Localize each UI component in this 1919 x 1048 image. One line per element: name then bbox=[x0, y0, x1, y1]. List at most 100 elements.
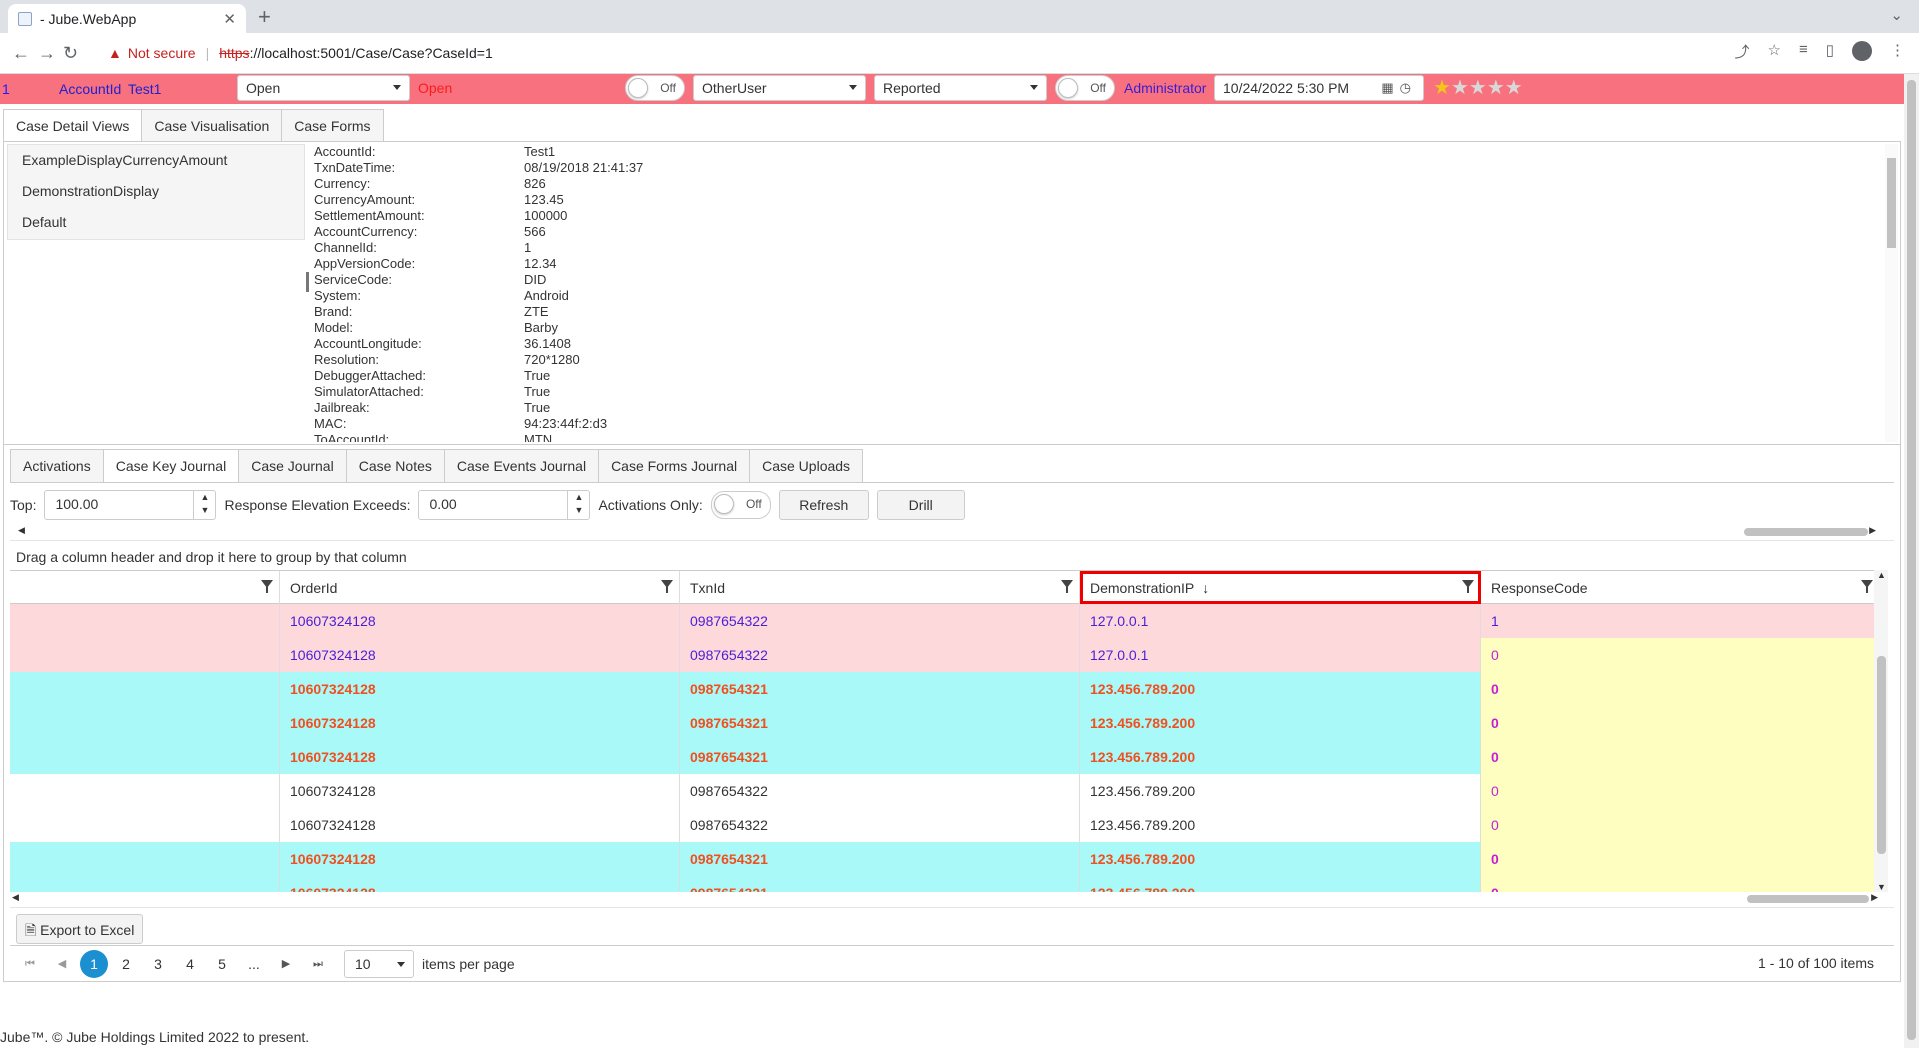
scroll-right-icon[interactable]: ▶ bbox=[1869, 525, 1876, 536]
group-by-drop-area[interactable]: Drag a column header and drop it here to… bbox=[10, 540, 1894, 570]
spin-down-icon[interactable]: ▼ bbox=[575, 505, 584, 515]
items-per-page-select[interactable]: 10 bbox=[344, 949, 414, 978]
new-tab-icon[interactable]: + bbox=[258, 6, 271, 28]
url-field[interactable]: ▲ Not secure | https://localhost:5001/Ca… bbox=[108, 38, 493, 68]
top-input[interactable]: 100.00 ▲ ▼ bbox=[44, 489, 217, 520]
tab-case-visualisation[interactable]: Case Visualisation bbox=[141, 109, 283, 142]
last-page-icon[interactable]: ⏭ bbox=[304, 950, 332, 978]
column-header-blank[interactable] bbox=[10, 571, 280, 604]
details-scrollbar[interactable] bbox=[1885, 144, 1898, 442]
column-header-responsecode[interactable]: ResponseCode bbox=[1481, 571, 1880, 604]
star-icon[interactable]: ★ bbox=[1469, 77, 1487, 99]
panel-splitter-handle[interactable] bbox=[306, 272, 309, 292]
filter-icon[interactable] bbox=[661, 580, 673, 593]
scroll-up-icon[interactable]: ▲ bbox=[1877, 570, 1886, 580]
page-1[interactable]: 1 bbox=[80, 949, 108, 978]
table-row[interactable]: 10607324128 0987654322 123.456.789.200 0 bbox=[10, 774, 1880, 808]
calendar-icon[interactable]: ▦ bbox=[1381, 80, 1399, 95]
refresh-button[interactable]: Refresh bbox=[778, 489, 869, 520]
scroll-left-icon[interactable]: ◀ bbox=[18, 525, 25, 536]
rating-stars[interactable]: ★★★★★ bbox=[1433, 78, 1523, 98]
table-row[interactable]: 106073241280987654321123.456.789.2000 bbox=[10, 740, 1880, 774]
tab-case-forms-journal[interactable]: Case Forms Journal bbox=[598, 449, 751, 482]
scroll-left-icon[interactable]: ◀ bbox=[12, 892, 19, 903]
column-header-txnid[interactable]: TxnId bbox=[680, 571, 1080, 604]
star-icon[interactable]: ★ bbox=[1433, 77, 1451, 99]
details-scrollbar-thumb[interactable] bbox=[1887, 158, 1896, 248]
menu-icon[interactable]: ⋮ bbox=[1890, 41, 1905, 62]
diary-toggle[interactable]: Off bbox=[1055, 75, 1115, 101]
scroll-right-icon[interactable]: ▶ bbox=[1871, 892, 1878, 903]
lock-toggle[interactable]: Off bbox=[625, 75, 685, 101]
filter-icon[interactable] bbox=[1462, 580, 1474, 593]
side-panel-icon[interactable]: ▯ bbox=[1826, 41, 1834, 62]
bookmark-star-icon[interactable]: ☆ bbox=[1768, 41, 1781, 62]
tab-search-chevron-icon[interactable]: ⌄ bbox=[1890, 6, 1903, 24]
scroll-down-icon[interactable]: ▼ bbox=[1877, 882, 1886, 892]
page-3[interactable]: 3 bbox=[144, 950, 172, 978]
page-more[interactable]: ... bbox=[240, 950, 268, 978]
controls-hscrollbar[interactable]: ◀ ▶ bbox=[12, 525, 1882, 539]
table-row[interactable]: 10607324128 0987654322 127.0.0.1 1 bbox=[10, 604, 1880, 638]
workflow-status-select[interactable]: Reported bbox=[874, 75, 1047, 101]
forward-icon[interactable]: → bbox=[38, 41, 56, 65]
back-icon[interactable]: ← bbox=[12, 41, 30, 65]
tab-case-journal[interactable]: Case Journal bbox=[238, 449, 347, 482]
page-scrollbar-thumb[interactable] bbox=[1907, 80, 1916, 1040]
star-icon[interactable]: ★ bbox=[1451, 77, 1469, 99]
share-icon[interactable]: ⤴ bbox=[1735, 41, 1750, 62]
tab-case-forms[interactable]: Case Forms bbox=[281, 109, 384, 142]
filter-icon[interactable] bbox=[261, 580, 273, 593]
spin-up-icon[interactable]: ▲ bbox=[201, 492, 210, 502]
tab-case-events-journal[interactable]: Case Events Journal bbox=[443, 449, 600, 482]
grid-hscroll-thumb[interactable] bbox=[1747, 895, 1869, 903]
profile-avatar[interactable] bbox=[1852, 41, 1872, 61]
table-row[interactable]: 10607324128 0987654322 123.456.789.200 0 bbox=[10, 808, 1880, 842]
grid-vscrollbar[interactable]: ▲ ▼ bbox=[1874, 570, 1888, 892]
tab-activations[interactable]: Activations bbox=[10, 449, 104, 482]
table-row[interactable]: 106073241280987654321123.456.789.2000 bbox=[10, 876, 1880, 892]
table-row[interactable]: 106073241280987654321123.456.789.2000 bbox=[10, 672, 1880, 706]
case-status-select[interactable]: Open bbox=[237, 75, 410, 101]
close-tab-icon[interactable]: ✕ bbox=[223, 10, 236, 28]
tab-case-key-journal[interactable]: Case Key Journal bbox=[102, 449, 240, 482]
tab-case-uploads[interactable]: Case Uploads bbox=[749, 449, 864, 482]
spin-down-icon[interactable]: ▼ bbox=[201, 505, 210, 515]
browser-tab[interactable]: - Jube.WebApp ✕ bbox=[8, 4, 246, 33]
activations-only-toggle[interactable]: Off bbox=[710, 490, 771, 519]
next-page-icon[interactable]: ▶ bbox=[272, 950, 300, 978]
controls-hscroll-thumb[interactable] bbox=[1744, 528, 1868, 536]
star-icon[interactable]: ★ bbox=[1505, 77, 1523, 99]
clock-icon[interactable]: ◷ bbox=[1400, 80, 1417, 95]
tab-case-notes[interactable]: Case Notes bbox=[345, 449, 445, 482]
tab-case-detail-views[interactable]: Case Detail Views bbox=[3, 109, 143, 142]
page-5[interactable]: 5 bbox=[208, 950, 236, 978]
grid-hscrollbar[interactable]: ◀ ▶ bbox=[10, 892, 1880, 906]
grid-vscroll-thumb[interactable] bbox=[1877, 656, 1886, 854]
page-4[interactable]: 4 bbox=[176, 950, 204, 978]
star-icon[interactable]: ★ bbox=[1487, 77, 1505, 99]
elevation-spinner[interactable]: ▲ ▼ bbox=[567, 490, 589, 519]
column-header-orderid[interactable]: OrderId bbox=[280, 571, 680, 604]
assigned-user-select[interactable]: OtherUser bbox=[693, 75, 866, 101]
filter-icon[interactable] bbox=[1061, 580, 1073, 593]
reload-icon[interactable]: ↻ bbox=[63, 41, 78, 65]
media-icon[interactable]: ≡ bbox=[1799, 41, 1808, 62]
diary-date-picker[interactable]: 10/24/2022 5:30 PM ▦◷ bbox=[1214, 75, 1424, 101]
page-scrollbar[interactable] bbox=[1904, 74, 1919, 1048]
table-row[interactable]: 10607324128 0987654322 127.0.0.1 0 bbox=[10, 638, 1880, 672]
first-page-icon[interactable]: ⏮ bbox=[16, 950, 44, 978]
prev-page-icon[interactable]: ◀ bbox=[48, 950, 76, 978]
view-item-demonstration-display[interactable]: DemonstrationDisplay bbox=[8, 176, 304, 207]
view-item-default[interactable]: Default bbox=[8, 207, 304, 238]
table-row[interactable]: 106073241280987654321123.456.789.2000 bbox=[10, 842, 1880, 876]
export-excel-button[interactable]: 🗎 Export to Excel bbox=[16, 914, 144, 944]
view-item-example-display-currency-amount[interactable]: ExampleDisplayCurrencyAmount bbox=[8, 145, 304, 176]
elevation-input[interactable]: 0.00 ▲ ▼ bbox=[418, 489, 591, 520]
column-header-demonstrationip[interactable]: DemonstrationIP ↓ bbox=[1080, 571, 1481, 604]
page-2[interactable]: 2 bbox=[112, 950, 140, 978]
drill-button[interactable]: Drill bbox=[876, 489, 965, 520]
filter-icon[interactable] bbox=[1861, 580, 1873, 593]
top-spinner[interactable]: ▲ ▼ bbox=[193, 490, 215, 519]
spin-up-icon[interactable]: ▲ bbox=[575, 492, 584, 502]
